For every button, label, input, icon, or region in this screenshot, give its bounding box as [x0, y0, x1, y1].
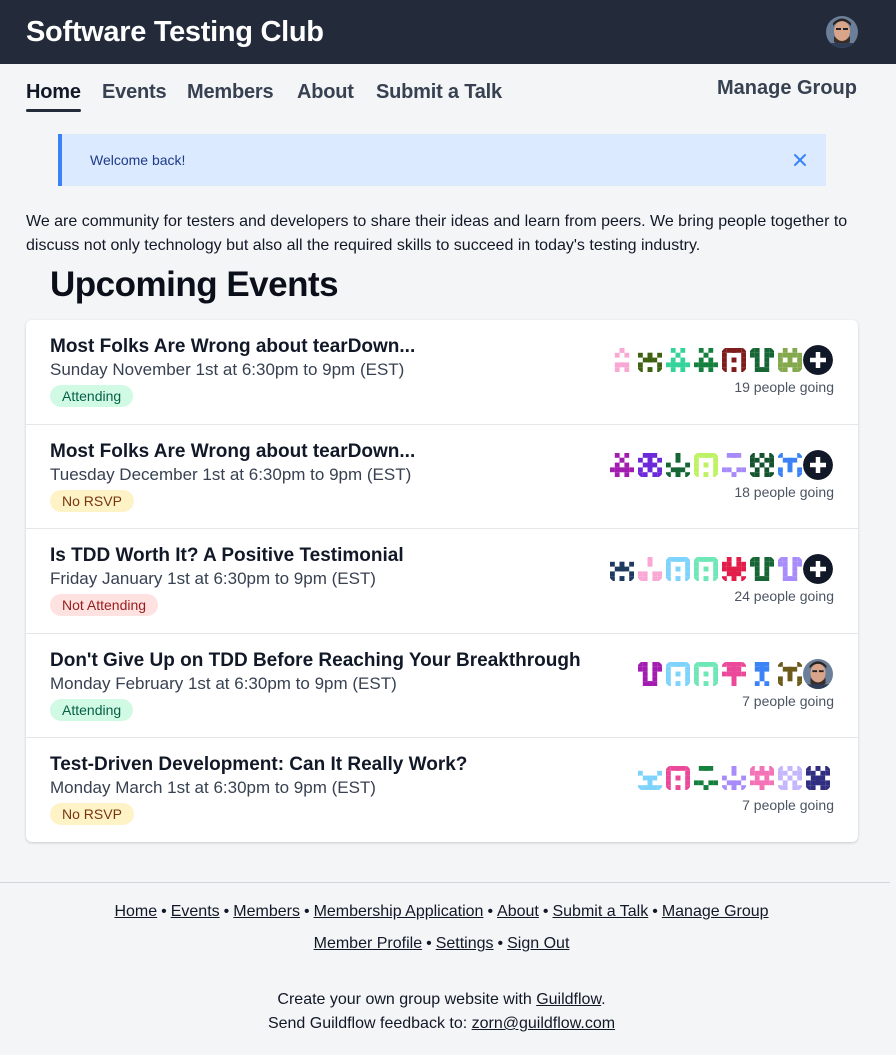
close-icon[interactable] [792, 152, 808, 168]
attendee-count: 7 people going [742, 692, 834, 709]
group-description: We are community for testers and develop… [26, 213, 848, 254]
upcoming-events-heading: Upcoming Events [50, 265, 339, 304]
more-attendees-icon[interactable] [802, 553, 834, 585]
more-attendees-icon[interactable] [802, 448, 834, 481]
footer-feedback-line: Send Guildflow feedback to: zorn@guildfl… [0, 1015, 883, 1033]
event-date: Sunday November 1st at 6:30pm to 9pm (ES… [50, 360, 405, 379]
event-date: Monday February 1st at 6:30pm to 9pm (ES… [50, 673, 397, 693]
events-list: Most Folks Are Wrong about tearDown... S… [26, 320, 858, 842]
event-date: Friday January 1st at 6:30pm to 9pm (EST… [50, 569, 376, 588]
event-title[interactable]: Don't Give Up on TDD Before Reaching You… [50, 650, 581, 672]
attendee-avatars [634, 657, 834, 690]
attendee-count: 19 people going [734, 379, 834, 395]
event-date: Monday March 1st at 6:30pm to 9pm (EST) [50, 778, 376, 797]
event-row[interactable]: Is TDD Worth It? A Positive Testimonial … [26, 529, 858, 634]
footer-link-membership-application[interactable]: Membership Application [314, 903, 484, 920]
more-attendees-icon[interactable] [802, 344, 834, 376]
attendee-avatar [802, 762, 834, 794]
event-title[interactable]: Is TDD Worth It? A Positive Testimonial [50, 545, 404, 567]
attendee-count: 7 people going [742, 797, 834, 813]
footer-link-sign-out[interactable]: Sign Out [507, 935, 569, 952]
welcome-alert: Welcome back! [58, 134, 826, 186]
nav-home[interactable]: Home [26, 81, 81, 112]
attendee-avatars [634, 762, 834, 794]
attendee-count: 18 people going [734, 483, 834, 500]
rsvp-status-badge: Attending [50, 698, 134, 721]
footer: Home • Events • Members • Membership Applicati… [0, 882, 890, 1032]
footer-links-account: Member Profile • Settings • Sign Out [313, 935, 570, 952]
event-row[interactable]: Most Folks Are Wrong about tearDown... S… [26, 320, 858, 425]
alert-message: Welcome back! [90, 152, 186, 168]
attendee-count: 24 people going [734, 588, 834, 604]
footer-link-events[interactable]: Events [171, 903, 220, 920]
footer-link-members[interactable]: Members [233, 903, 300, 920]
main-nav: Home Events Members About Submit a Talk … [0, 64, 896, 124]
event-title[interactable]: Test-Driven Development: Can It Really W… [50, 754, 467, 776]
top-bar: Software Testing Club [0, 0, 896, 64]
footer-create-line: Create your own group website with Guild… [0, 991, 883, 1009]
nav-about[interactable]: About [297, 81, 354, 104]
footer-link-manage-group[interactable]: Manage Group [662, 903, 769, 920]
create-text: Create your own group website with [277, 991, 537, 1008]
rsvp-status-badge: Attending [50, 385, 134, 407]
footer-link-member-profile[interactable]: Member Profile [314, 935, 422, 952]
site-title[interactable]: Software Testing Club [26, 16, 324, 49]
event-row[interactable]: Most Folks Are Wrong about tearDown... T… [26, 425, 858, 529]
footer-link-settings[interactable]: Settings [436, 935, 494, 952]
user-avatar[interactable] [826, 16, 858, 48]
footer-link-about[interactable]: About [497, 903, 539, 920]
event-row[interactable]: Don't Give Up on TDD Before Reaching You… [26, 634, 858, 738]
rsvp-status-badge: Not Attending [50, 594, 159, 616]
event-title[interactable]: Most Folks Are Wrong about tearDown... [50, 336, 415, 358]
event-title[interactable]: Most Folks Are Wrong about tearDown... [50, 441, 415, 463]
feedback-email-link[interactable]: zorn@guildflow.com [472, 1015, 615, 1032]
create-suffix: . [601, 991, 606, 1008]
rsvp-status-badge: No RSVP [50, 803, 134, 825]
rsvp-status-badge: No RSVP [50, 489, 134, 512]
footer-link-submit-talk[interactable]: Submit a Talk [552, 903, 648, 920]
feedback-text: Send Guildflow feedback to: [267, 1015, 472, 1032]
attendee-avatar [802, 657, 834, 690]
footer-link-home[interactable]: Home [114, 903, 157, 920]
guildflow-link[interactable]: Guildflow [536, 991, 601, 1008]
event-row[interactable]: Test-Driven Development: Can It Really W… [26, 738, 858, 842]
attendee-avatars [606, 448, 834, 481]
nav-events[interactable]: Events [102, 81, 167, 104]
manage-group-link[interactable]: Manage Group [717, 77, 857, 100]
attendee-avatars [606, 344, 834, 376]
event-date: Tuesday December 1st at 6:30pm to 9pm (E… [50, 464, 412, 484]
footer-links-primary: Home • Events • Members • Membership Applicati… [114, 903, 769, 920]
attendee-avatars [606, 553, 834, 585]
nav-submit-talk[interactable]: Submit a Talk [376, 81, 502, 104]
nav-members[interactable]: Members [187, 81, 274, 104]
